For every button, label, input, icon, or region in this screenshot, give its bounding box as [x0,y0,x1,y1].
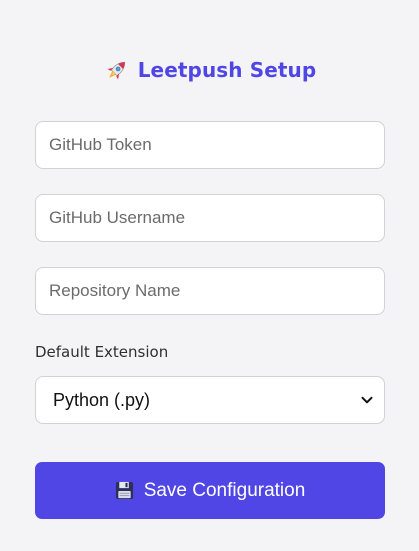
page-title: Leetpush Setup [137,58,317,82]
default-extension-value: Python (.py) [53,389,151,410]
page-header: Leetpush Setup [35,52,385,88]
chevron-down-icon [360,393,374,407]
github-token-input[interactable] [35,121,385,169]
rocket-icon [104,57,130,83]
github-username-input[interactable] [35,194,385,242]
repository-name-input[interactable] [35,267,385,315]
default-extension-label: Default Extension [35,343,169,361]
save-configuration-label: Save Configuration [143,479,306,501]
floppy-disk-icon [115,481,134,500]
save-configuration-button[interactable]: Save Configuration [35,462,385,519]
default-extension-select[interactable]: Python (.py) [35,376,385,424]
